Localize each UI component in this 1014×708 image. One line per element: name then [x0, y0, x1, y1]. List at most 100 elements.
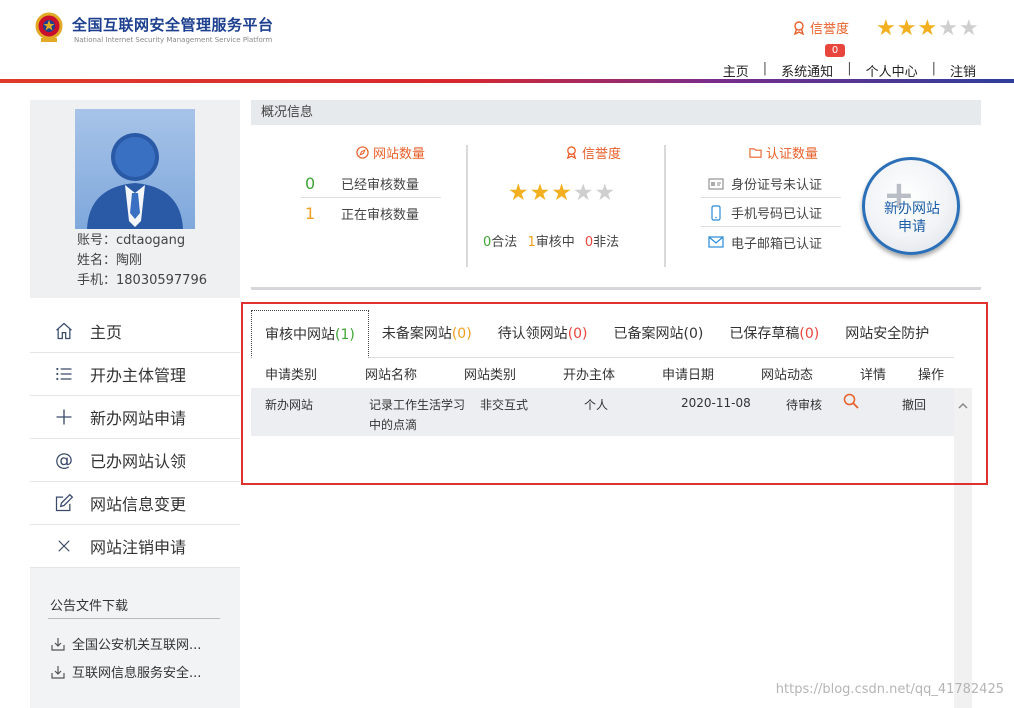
download-icon: [51, 637, 65, 651]
sidebar-item-new-site[interactable]: 新办网站申请: [30, 396, 240, 439]
notice-download-item[interactable]: 全国公安机关互联网...: [50, 634, 201, 653]
email-auth-label: 电子邮箱已认证: [731, 236, 823, 252]
tab-label: 未备案网站: [381, 326, 452, 342]
tab-count: (0): [451, 326, 472, 342]
column-header: 开办主体: [563, 367, 616, 383]
side-menu: 主页 开办主体管理 新办网站申请 @ 已办网站认领 网站信息变更 网站注销申请: [30, 310, 240, 568]
column-header: 申请日期: [662, 367, 715, 383]
overview-panel: 概况信息 网站数量 0 已经审核数量 1 正在审核数量 信誉度 ★ ★ ★ ★ ★ 0合…: [251, 100, 981, 290]
brand-subtitle: National Internet Security Management Se…: [74, 36, 273, 44]
profile-card: 账号：cdtaogang 姓名：陶刚 手机：18030597796: [30, 100, 240, 298]
sidebar-item-home[interactable]: 主页: [30, 310, 240, 353]
column-header: 详情: [860, 367, 887, 383]
stat-reviewing-row: 1 正在审核数量: [301, 199, 441, 227]
legal-status-summary: 0合法 1审核中 0非法: [483, 231, 619, 250]
star-empty-icon: ★: [958, 16, 979, 41]
tab-saved-drafts[interactable]: 已保存草稿(0): [716, 310, 832, 358]
phone-icon: [701, 204, 731, 221]
credit-title-text: 信誉度: [582, 147, 622, 162]
withdraw-link[interactable]: 撤回: [902, 396, 926, 413]
legal-label: 合法: [491, 235, 518, 250]
notice-download-item[interactable]: 互联网信息服务安全...: [50, 662, 201, 681]
tab-site-security[interactable]: 网站安全防护: [832, 310, 942, 358]
close-icon: [52, 534, 76, 558]
profile-phone: 手机：18030597796: [77, 273, 207, 288]
overview-star-rating: ★ ★ ★ ★ ★: [508, 180, 616, 206]
illegal-label: 非法: [593, 235, 620, 250]
tab-unfiled-sites[interactable]: 未备案网站(0): [369, 310, 485, 358]
nav-home[interactable]: 主页: [723, 61, 749, 80]
email-auth-row: 电子邮箱已认证: [701, 228, 841, 256]
nav-separator: |: [762, 61, 768, 76]
folder-icon: [749, 148, 762, 158]
tab-label: 已备案网站: [613, 326, 684, 342]
divider: [664, 145, 666, 267]
cell-site-type: 非交互式: [480, 398, 529, 412]
new-site-apply-label: 新办网站申请: [884, 201, 940, 235]
column-header: 申请类别: [265, 367, 318, 383]
credit-text: 信誉度: [810, 22, 850, 37]
profile-account: 账号：cdtaogang: [77, 233, 186, 248]
auth-count-title: 认证数量: [749, 143, 818, 162]
table-scrollbar[interactable]: [954, 388, 972, 708]
stat-reviewed-count: 0: [305, 174, 316, 193]
scroll-up-icon[interactable]: [954, 400, 972, 418]
illegal-count: 0: [584, 235, 594, 250]
new-site-apply-button[interactable]: + 新办网站申请: [862, 157, 960, 255]
star-filled-icon: ★: [551, 180, 572, 206]
sidebar-item-cancel-site[interactable]: 网站注销申请: [30, 525, 240, 568]
phone-auth-row: 手机号码已认证: [701, 199, 841, 227]
site-count-title: 网站数量: [356, 143, 425, 162]
cell-site-name-line1: 记录工作生活学习: [369, 398, 466, 412]
credit-title: 信誉度: [565, 143, 621, 162]
brand-title: 全国互联网安全管理服务平台: [72, 16, 274, 34]
tab-pending-claim-sites[interactable]: 待认领网站(0): [485, 310, 601, 358]
tab-count: (0): [567, 326, 588, 342]
sidebar-item-claim-site[interactable]: @ 已办网站认领: [30, 439, 240, 482]
star-filled-icon: ★: [508, 180, 529, 206]
overview-title: 概况信息: [251, 100, 981, 125]
nav-separator: |: [847, 61, 852, 76]
avatar: [75, 109, 195, 229]
ribbon-icon: [793, 20, 805, 35]
nav-notifications[interactable]: 系统通知: [781, 61, 833, 80]
tab-filed-sites[interactable]: 已备案网站(0): [601, 310, 717, 358]
sidebar-item-label: 开办主体管理: [90, 366, 187, 385]
header-star-rating: ★ ★ ★ ★ ★: [876, 18, 979, 40]
site-status-tabs: 审核中网站(1) 未备案网站(0) 待认领网站(0) 已备案网站(0) 已保存草…: [251, 310, 954, 358]
cell-owner: 个人: [584, 398, 609, 412]
download-icon: [51, 665, 65, 679]
compass-icon: [356, 146, 369, 159]
header-color-bar: [0, 79, 1014, 83]
tab-reviewing-sites[interactable]: 审核中网站(1): [251, 310, 369, 358]
star-filled-icon: ★: [876, 16, 896, 41]
cell-date: 2020-11-08: [681, 396, 751, 410]
cell-status: 待审核: [786, 398, 823, 412]
notice-item-label: 互联网信息服务安全...: [72, 666, 202, 681]
notice-item-label: 全国公安机关互联网...: [72, 638, 202, 653]
nav-logout[interactable]: 注销: [950, 61, 976, 80]
star-empty-icon: ★: [594, 180, 616, 206]
watermark-url: https://blog.csdn.net/qq_41782425: [775, 682, 1004, 697]
nav-personal-center[interactable]: 个人中心: [866, 61, 918, 80]
top-nav: 主页 | 系统通知 | 个人中心 | 注销: [723, 61, 976, 80]
reviewing-label: 审核中: [535, 235, 575, 250]
tab-label: 审核中网站: [265, 327, 335, 343]
star-filled-icon: ★: [917, 16, 938, 41]
table-row: 新办网站 记录工作生活学习 中的点滴 非交互式 个人 2020-11-08 待审…: [251, 388, 954, 436]
column-header: 操作: [918, 367, 945, 383]
auth-count-title-text: 认证数量: [766, 147, 819, 162]
sidebar-item-label: 网站注销申请: [90, 538, 187, 557]
search-icon[interactable]: [843, 393, 859, 412]
column-header: 网站动态: [761, 367, 814, 383]
stat-reviewing-label: 正在审核数量: [341, 207, 420, 223]
profile-name: 姓名：陶刚: [77, 253, 143, 268]
cell-category: 新办网站: [265, 398, 314, 412]
tab-label: 待认领网站: [497, 326, 568, 342]
sidebar-item-label: 新办网站申请: [90, 409, 187, 428]
sidebar-item-info-change[interactable]: 网站信息变更: [30, 482, 240, 525]
sidebar-item-subject-management[interactable]: 开办主体管理: [30, 353, 240, 396]
sidebar-item-label: 主页: [90, 323, 123, 342]
tab-label: 网站安全防护: [845, 326, 930, 342]
notice-title: 公告文件下载: [50, 599, 129, 614]
